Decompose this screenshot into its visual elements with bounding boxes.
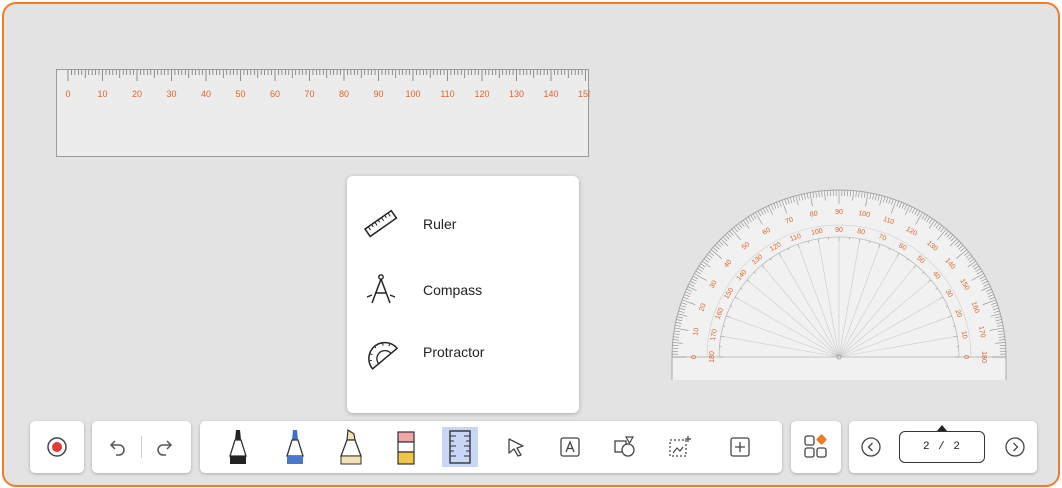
ruler-scale: 0 10 20 30 40 50 60 70 80 90 100 110 120 130 140 150 bbox=[65, 70, 590, 99]
previous-page-button[interactable] bbox=[853, 427, 889, 467]
ruler-tick-label: 150 bbox=[578, 89, 590, 99]
tools-group bbox=[200, 421, 782, 473]
ruler-tick-label: 130 bbox=[509, 89, 524, 99]
menu-item-protractor[interactable]: Protractor bbox=[361, 332, 484, 372]
image-insert-icon bbox=[667, 434, 693, 460]
text-box-icon bbox=[559, 436, 581, 458]
history-group bbox=[92, 421, 191, 473]
apps-group bbox=[791, 421, 841, 473]
ruler-tick-label: 90 bbox=[373, 89, 383, 99]
add-button[interactable] bbox=[722, 427, 758, 467]
ruler-tool-button[interactable] bbox=[442, 427, 478, 467]
eraser-icon bbox=[394, 428, 418, 466]
shapes-icon bbox=[613, 435, 637, 459]
geometry-tool-menu: Ruler Compass Protractor bbox=[347, 176, 579, 413]
protractor-inner-label: 180 bbox=[709, 351, 716, 363]
blue-marker-button[interactable] bbox=[277, 427, 313, 467]
protractor-outer-label: 180 bbox=[980, 351, 987, 363]
ruler-tool[interactable]: 0 10 20 30 40 50 60 70 80 90 100 110 120 130 140 150 bbox=[56, 69, 590, 157]
apps-button[interactable] bbox=[798, 427, 834, 467]
black-marker-button[interactable] bbox=[220, 427, 256, 467]
ruler-tick-label: 0 bbox=[65, 89, 70, 99]
menu-item-ruler[interactable]: Ruler bbox=[361, 204, 456, 244]
ruler-tick-label: 110 bbox=[440, 89, 454, 99]
ruler-tick-label: 40 bbox=[201, 89, 211, 99]
protractor-inner-label: 0 bbox=[962, 355, 969, 359]
protractor-inner-label: 10 bbox=[960, 331, 968, 340]
menu-item-label: Ruler bbox=[423, 216, 457, 232]
text-box-button[interactable] bbox=[552, 427, 588, 467]
apps-icon bbox=[802, 433, 830, 461]
redo-button[interactable] bbox=[146, 427, 182, 467]
page-indicator[interactable]: 2 / 2 bbox=[899, 431, 985, 463]
menu-item-label: Protractor bbox=[423, 344, 485, 360]
chevron-left-icon bbox=[860, 436, 882, 458]
redo-icon bbox=[153, 436, 175, 458]
protractor-inner-label: 90 bbox=[835, 227, 843, 234]
ruler-tick-label: 20 bbox=[132, 89, 142, 99]
protractor-icon bbox=[361, 332, 401, 372]
next-page-button[interactable] bbox=[997, 427, 1033, 467]
chevron-right-icon bbox=[1004, 436, 1026, 458]
ruler-tick-label: 30 bbox=[166, 89, 176, 99]
protractor-outer-label: 10 bbox=[692, 327, 700, 336]
blue-marker-icon bbox=[283, 428, 307, 466]
undo-icon bbox=[107, 436, 129, 458]
highlighter-button[interactable] bbox=[333, 427, 369, 467]
menu-item-compass[interactable]: Compass bbox=[361, 270, 482, 310]
undo-button[interactable] bbox=[100, 427, 136, 467]
ruler-tick-label: 140 bbox=[543, 89, 558, 99]
ruler-tick-label: 10 bbox=[97, 89, 107, 99]
protractor-outer-label: 90 bbox=[835, 209, 843, 216]
select-arrow-icon bbox=[505, 436, 527, 458]
add-icon bbox=[729, 436, 751, 458]
record-group bbox=[30, 421, 84, 473]
menu-item-label: Compass bbox=[423, 282, 483, 298]
ruler-tick-label: 80 bbox=[339, 89, 349, 99]
ruler-icon bbox=[361, 204, 401, 244]
ruler-tick-label: 100 bbox=[405, 89, 420, 99]
protractor-tool[interactable]: 01020304050607080 90 100110120130140150160… bbox=[667, 184, 1011, 380]
ruler-tick-label: 120 bbox=[474, 89, 489, 99]
page-navigation-group: 2 / 2 bbox=[849, 421, 1037, 473]
black-marker-icon bbox=[226, 428, 250, 466]
highlighter-icon bbox=[337, 428, 365, 466]
shapes-button[interactable] bbox=[607, 427, 643, 467]
image-insert-button[interactable] bbox=[662, 427, 698, 467]
whiteboard-canvas[interactable]: 0102030405060708090100110120130140150 Ru… bbox=[2, 2, 1060, 487]
ruler-tick-label: 70 bbox=[304, 89, 314, 99]
ruler-tick-label: 50 bbox=[235, 89, 245, 99]
protractor-outer-label: 80 bbox=[809, 210, 818, 218]
ruler-tool-icon bbox=[447, 429, 473, 465]
divider bbox=[141, 436, 142, 458]
eraser-button[interactable] bbox=[388, 427, 424, 467]
ruler-tick-label: 60 bbox=[270, 89, 280, 99]
protractor-inner-label: 80 bbox=[857, 228, 866, 236]
compass-icon bbox=[361, 270, 401, 310]
record-icon bbox=[46, 436, 68, 458]
select-button[interactable] bbox=[498, 427, 534, 467]
protractor-outer-label: 0 bbox=[691, 355, 698, 359]
record-button[interactable] bbox=[39, 427, 75, 467]
